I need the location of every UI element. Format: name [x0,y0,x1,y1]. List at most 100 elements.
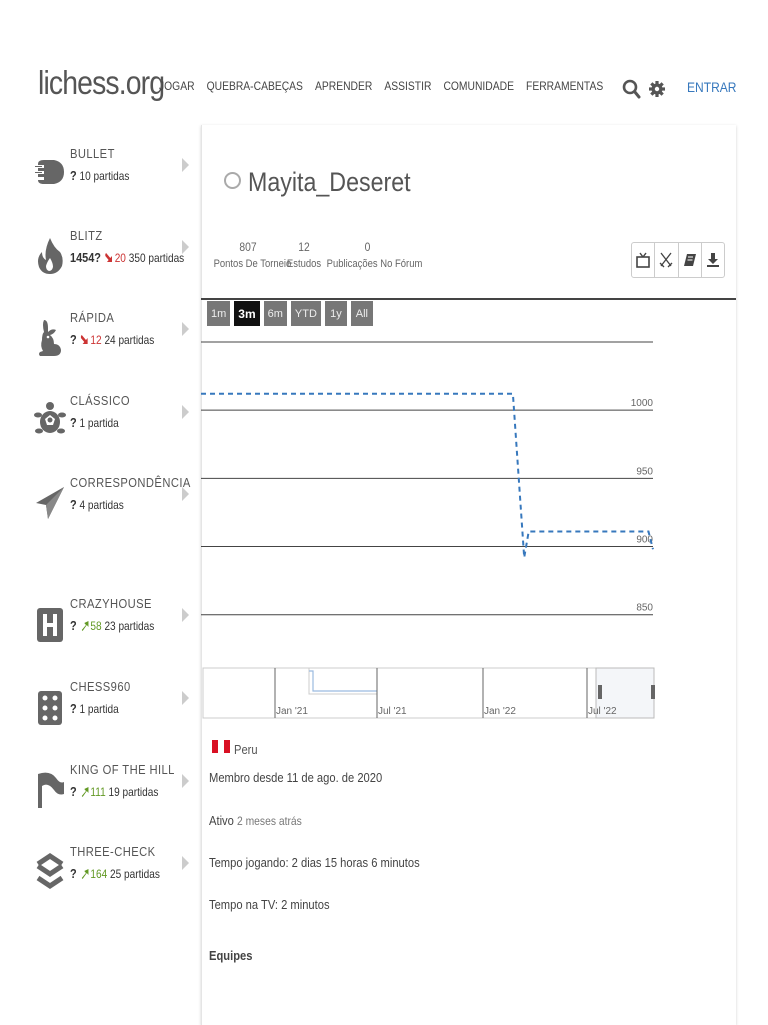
perf-games: 19 partidas [108,785,159,799]
perf-king-of-the-hill[interactable]: KING OF THE HILL ? 111 19 partidas [34,762,196,826]
tv-icon[interactable] [632,243,656,277]
perf-line: ? 10 partidas [70,168,129,183]
navigator-label: Jan '22 [484,706,516,717]
dice-icon [34,687,66,725]
perf-progress: 164 [90,867,108,881]
flame-icon [34,236,66,274]
arrow-up-icon [82,621,89,631]
peru-flag-icon [212,740,230,753]
navigator-handle-right[interactable] [651,685,655,699]
paper-plane-icon [34,483,66,519]
rabbit-icon [34,318,66,356]
stat-label: Estudos [286,258,322,270]
nav-community[interactable]: COMUNIDADE [443,79,514,93]
book-icon[interactable] [679,243,702,277]
navigator-label: Jul '22 [588,706,617,717]
range-6m[interactable]: 6m [263,301,287,326]
profile-divider [201,298,736,300]
chevron-right-icon [182,691,189,705]
perf-line: ? 1 partida [70,701,119,716]
bullet-icon [34,154,66,190]
range-1y[interactable]: 1y [324,301,347,326]
active-label: Ativo [209,813,234,828]
range-ytd[interactable]: YTD [290,301,321,326]
chevron-right-icon [182,322,189,336]
rating-series-line [201,392,654,558]
perf-rating: 1454? [70,250,101,265]
tv-time: Tempo na TV: 2 minutos [209,897,330,912]
perf-line: ? 58 23 partidas [70,618,154,633]
range-1m[interactable]: 1m [207,301,231,326]
gear-icon[interactable] [648,78,666,100]
perf-line: ? 12 24 partidas [70,332,154,347]
nav-learn[interactable]: APRENDER [315,79,372,93]
nav-watch[interactable]: ASSISTIR [384,79,431,93]
perf-name: CHESS960 [70,679,131,694]
perf-correspondence[interactable]: CORRESPONDÊNCIA ? 4 partidas [34,475,196,539]
last-active: Ativo 2 meses atrás [209,813,302,828]
perf-rating: ? [70,332,77,347]
perf-bullet[interactable]: BULLET ? 10 partidas [34,146,196,210]
perf-name: KING OF THE HILL [70,762,175,777]
perf-rating: ? [70,415,77,430]
perf-blitz[interactable]: BLITZ 1454? 20 350 partidas [34,228,196,292]
download-icon[interactable] [702,243,724,277]
navigator-handle-left[interactable] [598,685,602,699]
crazyhouse-icon [34,604,66,642]
teams-heading: Equipes [209,948,253,963]
navigator-label: Jan '21 [276,706,308,717]
perf-rating: ? [70,866,77,881]
perf-progress: 58 [90,619,102,633]
perf-rapid[interactable]: RÁPIDA ? 12 24 partidas [34,310,196,374]
search-icon[interactable] [622,78,642,100]
chart-range-selector: 1m 3m 6m YTD 1y All [207,301,373,326]
nav-tools[interactable]: FERRAMENTAS [526,79,603,93]
chevron-right-icon [182,487,189,501]
swords-icon[interactable] [655,243,679,277]
perf-chess960[interactable]: CHESS960 ? 1 partida [34,679,196,743]
main-nav: JOGAR QUEBRA-CABEÇAS APRENDER ASSISTIR C… [159,79,603,93]
perf-rating: ? [70,784,77,799]
range-3m[interactable]: 3m [234,301,260,326]
perf-progress: 111 [90,785,106,799]
arrow-down-icon [81,335,88,344]
perf-crazyhouse[interactable]: CRAZYHOUSE ? 58 23 partidas [34,596,196,660]
stat-studies[interactable]: 12 Estudos [284,240,324,270]
stat-tournament-points[interactable]: 807 Pontos De Torneio [208,240,292,270]
flag-icon [34,770,66,808]
chevron-right-icon [182,405,189,419]
range-all[interactable]: All [350,301,373,326]
arrow-up-icon [82,869,89,879]
stat-value: 807 [239,240,257,254]
perf-line: ? 164 25 partidas [70,866,160,881]
perf-progress: 12 [90,333,102,347]
signin-link[interactable]: ENTRAR [687,79,737,95]
active-time: 2 meses atrás [236,814,302,828]
perf-rating: ? [70,701,77,716]
perf-line: ? 4 partidas [70,497,124,512]
perf-games: 23 partidas [104,619,155,633]
perf-three-check[interactable]: THREE-CHECK ? 164 25 partidas [34,844,196,908]
perf-rating: ? [70,168,77,183]
perf-name: RÁPIDA [70,310,115,325]
turtle-icon [34,401,66,437]
rating-chart[interactable]: 1000950900850 [201,330,656,650]
arrow-down-icon [105,253,113,262]
chart-navigator[interactable]: Jan '21 Jul '21 Jan '22 Jul '22 [201,665,656,721]
perf-name: THREE-CHECK [70,844,156,859]
perf-games: 24 partidas [104,333,155,347]
stat-forum-posts[interactable]: 0 Publicações No Fórum [320,240,423,270]
perf-name: BULLET [70,146,115,161]
chevron-right-icon [182,774,189,788]
perf-name: BLITZ [70,228,103,243]
nav-puzzles[interactable]: QUEBRA-CABEÇAS [207,79,303,93]
nav-play[interactable]: JOGAR [159,79,195,93]
perf-games: 25 partidas [110,867,160,881]
perf-classical[interactable]: CLÁSSICO ? 1 partida [34,393,196,457]
perf-name: CRAZYHOUSE [70,596,152,611]
perf-line: 1454? 20 350 partidas [70,250,184,265]
chevron-right-icon [182,856,189,870]
site-logo[interactable]: lichess.org [38,64,165,102]
stat-value: 12 [298,240,310,254]
perf-line: ? 1 partida [70,415,119,430]
